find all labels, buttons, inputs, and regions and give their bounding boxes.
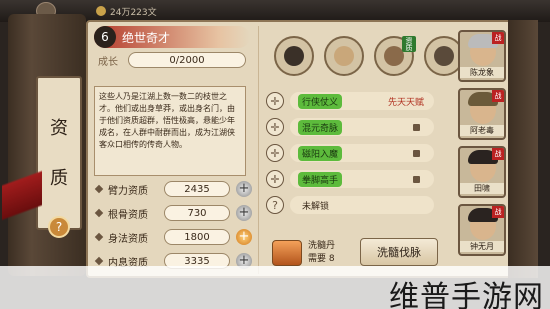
lock-icon <box>413 149 420 157</box>
watermark-text: 维普手游网 <box>389 280 544 309</box>
technique-row[interactable]: ? 未解锁 <box>266 194 434 216</box>
warrior-icon[interactable] <box>274 36 314 76</box>
technique-name: 未解锁 <box>302 201 330 212</box>
item-need-value: 8 <box>328 254 335 264</box>
diamond-icon <box>94 256 104 266</box>
technique-bar: 混元奇脉 <box>290 118 434 136</box>
growth-value: 0/2000 <box>128 52 246 68</box>
hero-name: 田啸 <box>460 183 504 194</box>
purify-button[interactable]: 洗髓伐脉 <box>360 238 438 266</box>
plus-button[interactable]: + <box>236 181 252 197</box>
item-info: 洗髓丹 需要 8 <box>308 240 335 266</box>
plus-button[interactable]: + <box>236 229 252 245</box>
lock-icon <box>413 123 420 131</box>
technique-bar: 磁阳入魔 <box>290 144 434 162</box>
help-icon[interactable]: ? <box>48 216 70 238</box>
hero-badge: 战 <box>492 148 504 160</box>
hero-badge: 战 <box>492 90 504 102</box>
hero-badge: 战 <box>492 206 504 218</box>
hero-card[interactable]: 战 田啸 <box>458 146 506 198</box>
item-need-label: 需要 <box>308 254 327 264</box>
divider <box>258 26 259 274</box>
growth-row: 成长 0/2000 <box>98 52 246 68</box>
technique-row[interactable]: ✛ 行侠仗义 先天天赋 <box>266 90 434 112</box>
currency-value: 24万223文 <box>110 7 157 18</box>
item-slot[interactable]: 洗髓丹 需要 8 <box>272 236 344 270</box>
diamond-icon <box>94 184 104 194</box>
tab-panel <box>36 76 82 230</box>
tassel-decoration <box>2 150 42 250</box>
technique-name: 拳脚高手 <box>298 171 343 187</box>
attribute-value: 730 <box>164 205 230 221</box>
pill-item-icon <box>272 240 302 266</box>
bun-icon[interactable] <box>324 36 364 76</box>
technique-name: 混元奇脉 <box>298 119 343 135</box>
attribute-row: 身法资质 1800 + <box>94 226 258 248</box>
attribute-row: 臂力资质 2435 + <box>94 178 258 200</box>
talent-title: 绝世奇才 <box>122 30 171 45</box>
technique-list: ✛ 行侠仗义 先天天赋 ✛ 混元奇脉 ✛ 磁阳入魔 ✛ 拳脚高手 ? 未解锁 <box>266 90 434 220</box>
plus-button[interactable]: + <box>236 205 252 221</box>
skill-icons: 资质 <box>274 36 464 76</box>
item-name: 洗髓丹 <box>308 241 336 251</box>
technique-requirement: 先天天赋 <box>387 97 424 108</box>
currency-display: 24万223文 <box>96 5 157 18</box>
technique-row[interactable]: ✛ 混元奇脉 <box>266 116 434 138</box>
lock-icon <box>413 175 420 183</box>
scroll-icon[interactable]: 资质 <box>374 36 416 76</box>
attribute-value: 1800 <box>164 229 230 245</box>
hero-name: 阿老毒 <box>460 125 504 136</box>
skill-tag: 资质 <box>402 36 416 52</box>
diamond-icon <box>94 232 104 242</box>
attribute-label: 身法资质 <box>108 233 148 245</box>
hero-name: 钟无月 <box>460 241 504 252</box>
technique-name: 行侠仗义 <box>298 93 343 109</box>
talent-header: 6 绝世奇才 <box>94 26 250 48</box>
attribute-label: 根骨资质 <box>108 209 148 221</box>
talent-description: 这些人乃是江湖上数一数二的枝世之才。他们或出身草莽，或出身名门，由于他们资质超群… <box>94 86 246 176</box>
technique-bar: 拳脚高手 <box>290 170 434 188</box>
attribute-list: 臂力资质 2435 + 根骨资质 730 + 身法资质 1800 + 内息资质 … <box>94 176 258 272</box>
question-icon: ? <box>266 196 284 214</box>
plus-icon: ✛ <box>266 170 284 188</box>
hero-badge: 战 <box>492 32 504 44</box>
plus-icon: ✛ <box>266 144 284 162</box>
growth-label: 成长 <box>98 56 118 68</box>
technique-row[interactable]: ✛ 拳脚高手 <box>266 168 434 190</box>
hero-roster: 战 陈龙象 战 阿老毒 战 田啸 战 钟无月 <box>458 30 506 262</box>
plus-icon: ✛ <box>266 92 284 110</box>
coin-icon <box>96 6 106 16</box>
hero-name: 陈龙象 <box>460 67 504 78</box>
attribute-value: 2435 <box>164 181 230 197</box>
right-scroll-border <box>508 20 538 278</box>
plus-icon: ✛ <box>266 118 284 136</box>
technique-bar: 未解锁 <box>290 196 434 214</box>
attribute-label: 臂力资质 <box>108 185 148 197</box>
hero-card[interactable]: 战 陈龙象 <box>458 30 506 82</box>
tab-label-1[interactable]: 资 <box>44 114 74 140</box>
tab-label-2[interactable]: 质 <box>44 164 74 190</box>
technique-name: 磁阳入魔 <box>298 145 343 161</box>
hero-card[interactable]: 战 阿老毒 <box>458 88 506 140</box>
hero-card[interactable]: 战 钟无月 <box>458 204 506 256</box>
attribute-row: 根骨资质 730 + <box>94 202 258 224</box>
talent-number: 6 <box>94 26 116 48</box>
diamond-icon <box>94 208 104 218</box>
technique-bar: 行侠仗义 先天天赋 <box>290 92 434 110</box>
technique-row[interactable]: ✛ 磁阳入魔 <box>266 142 434 164</box>
